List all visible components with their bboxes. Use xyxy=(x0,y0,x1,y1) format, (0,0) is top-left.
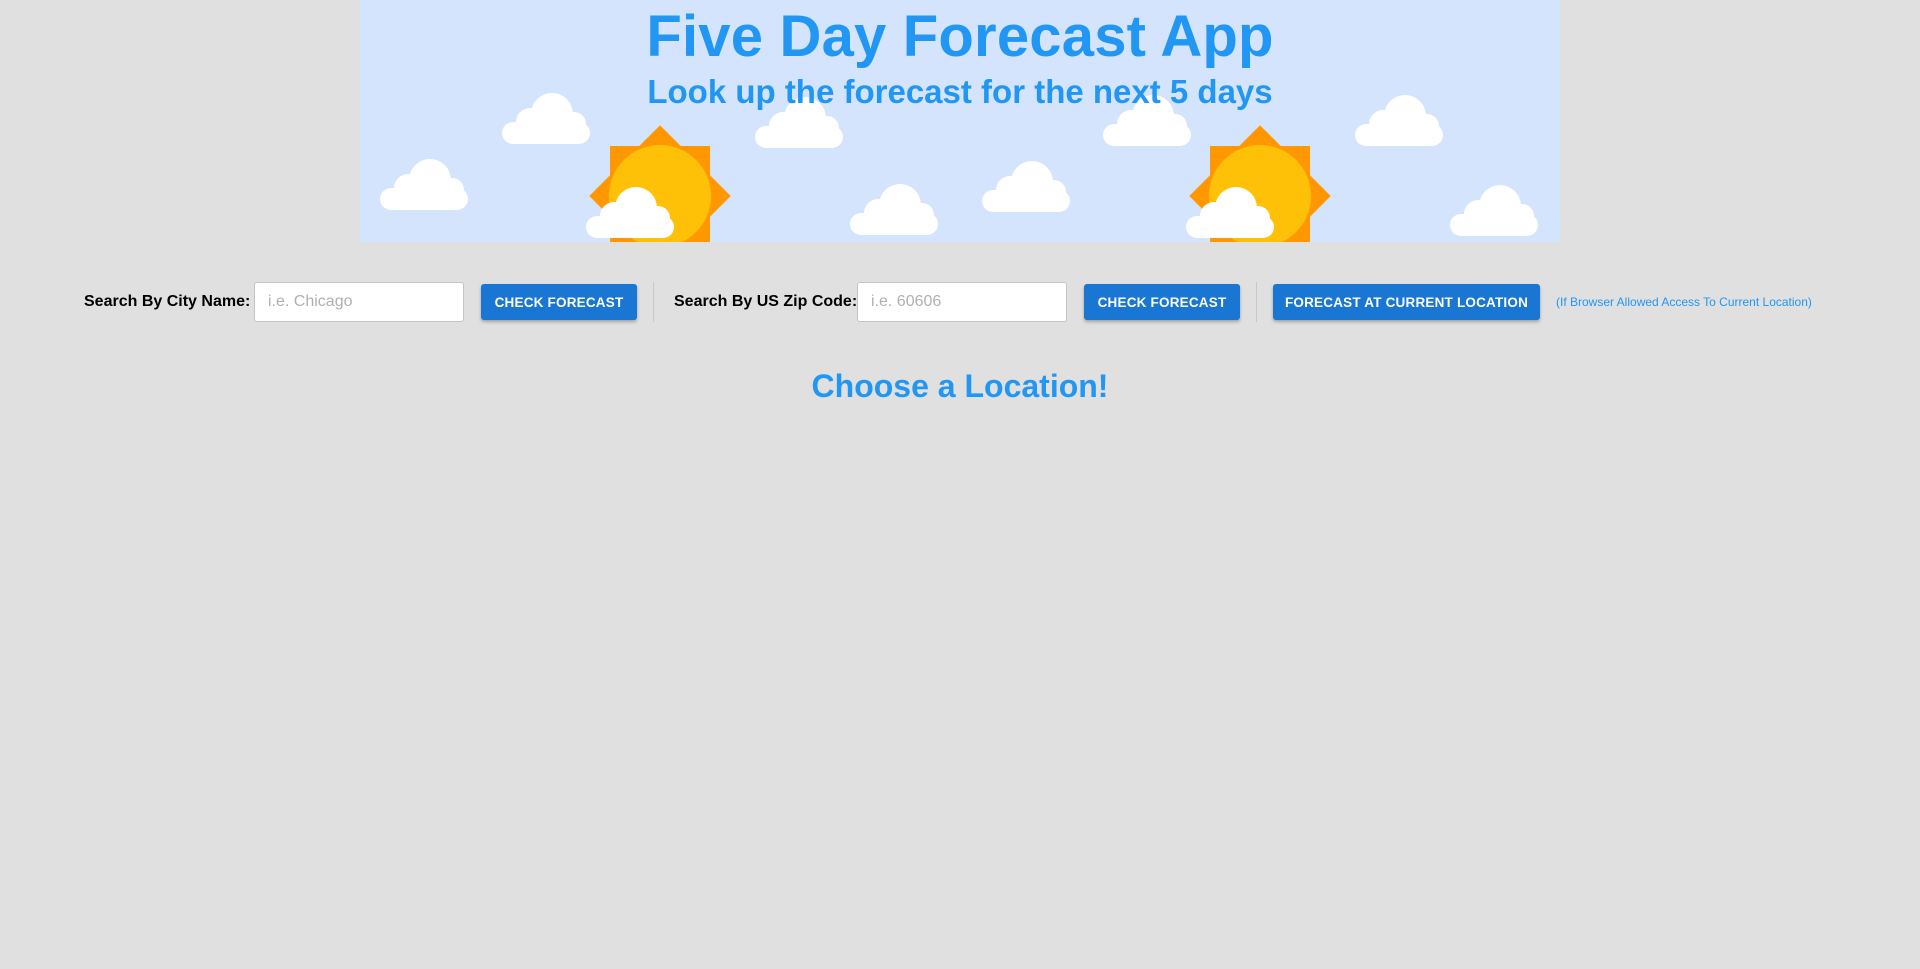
city-search-input[interactable] xyxy=(254,282,464,322)
zip-search-input[interactable] xyxy=(857,282,1067,322)
divider xyxy=(1256,282,1257,322)
header-banner: Five Day Forecast App Look up the foreca… xyxy=(360,0,1560,242)
app-title: Five Day Forecast App xyxy=(646,4,1274,69)
check-forecast-city-button[interactable]: CHECK FORECAST xyxy=(481,284,637,320)
divider xyxy=(653,282,654,322)
forecast-current-location-button[interactable]: FORECAST AT CURRENT LOCATION xyxy=(1273,284,1540,320)
cloud-icon xyxy=(380,159,468,210)
location-access-note: (If Browser Allowed Access To Current Lo… xyxy=(1556,295,1812,309)
cloud-icon xyxy=(850,184,938,235)
cloud-icon xyxy=(982,161,1070,212)
city-search-label: Search By City Name: xyxy=(84,293,251,310)
check-forecast-zip-button[interactable]: CHECK FORECAST xyxy=(1084,284,1240,320)
search-bar: Search By City Name: CHECK FORECAST Sear… xyxy=(0,280,1920,324)
zip-search-label: Search By US Zip Code: xyxy=(674,293,858,310)
cloud-icon xyxy=(1450,185,1538,236)
app-subtitle: Look up the forecast for the next 5 days xyxy=(647,73,1273,110)
choose-location-heading: Choose a Location! xyxy=(811,368,1109,404)
